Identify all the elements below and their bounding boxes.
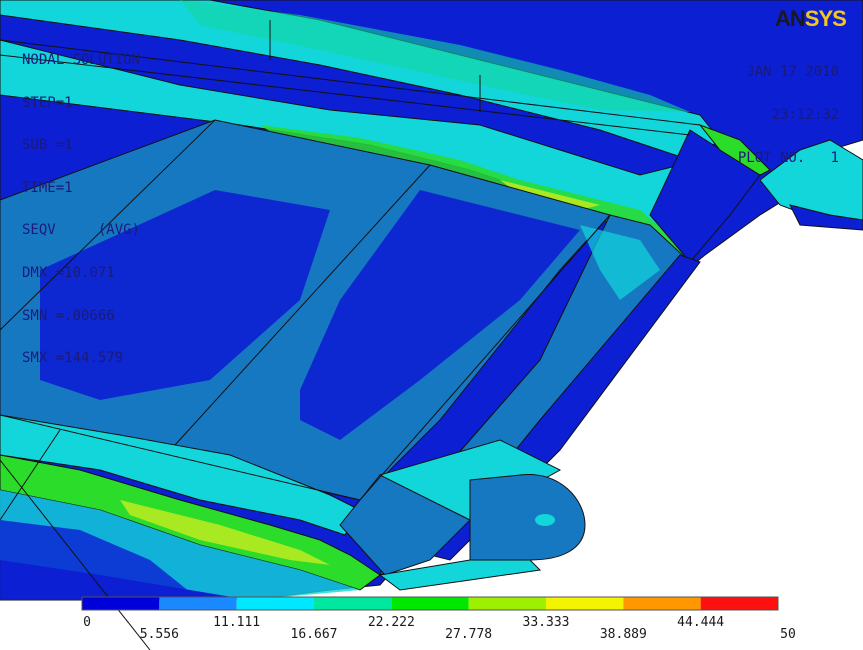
info-line-sub: SUB =1: [22, 137, 73, 154]
legend-tick-label: 27.778: [445, 627, 493, 642]
time-line: 23:12:32: [771, 107, 839, 123]
legend-tick-label: 22.222: [367, 615, 415, 630]
legend-tick-label: 5.556: [139, 627, 179, 642]
plot-number-line: PLOT NO. 1: [737, 150, 839, 166]
solution-info: NODAL SOLUTION STEP=1 SUB =1 TIME=1 SEQV…: [22, 25, 140, 380]
info-line-dmx: DMX =10.071: [22, 264, 115, 281]
logo-text-an: AN: [775, 6, 806, 31]
info-line-time: TIME=1: [22, 179, 73, 196]
legend-tick-label: 38.889: [599, 627, 647, 642]
legend: 0 5.556 11.111 16.667 22.222 27.778 33.333 38.8…: [0, 590, 863, 650]
legend-tick-label: 33.333: [522, 615, 570, 630]
lug-hotspot: [535, 514, 555, 526]
plot-date-info: JAN 17 2010 23:12:32 PLOT NO. 1: [738, 37, 839, 180]
legend-tick-label: 50: [780, 627, 796, 642]
date-line: JAN 17 2010: [746, 64, 839, 80]
ansys-logo: ANSYS: [775, 6, 855, 31]
info-line-step: STEP=1: [22, 94, 73, 111]
legend-tick-label: 44.444: [677, 615, 725, 630]
info-line-smn: SMN =.00666: [22, 307, 115, 324]
legend-tick-label: 16.667: [290, 627, 338, 642]
legend-tick-label: 0: [83, 615, 91, 630]
legend-tick-label: 11.111: [213, 615, 261, 630]
info-line-smx: SMX =144.579: [22, 350, 124, 367]
info-line-seqv: SEQV (AVG): [22, 222, 141, 239]
logo-text-sys: SYS: [804, 6, 847, 31]
info-line-title: NODAL SOLUTION: [22, 52, 141, 68]
